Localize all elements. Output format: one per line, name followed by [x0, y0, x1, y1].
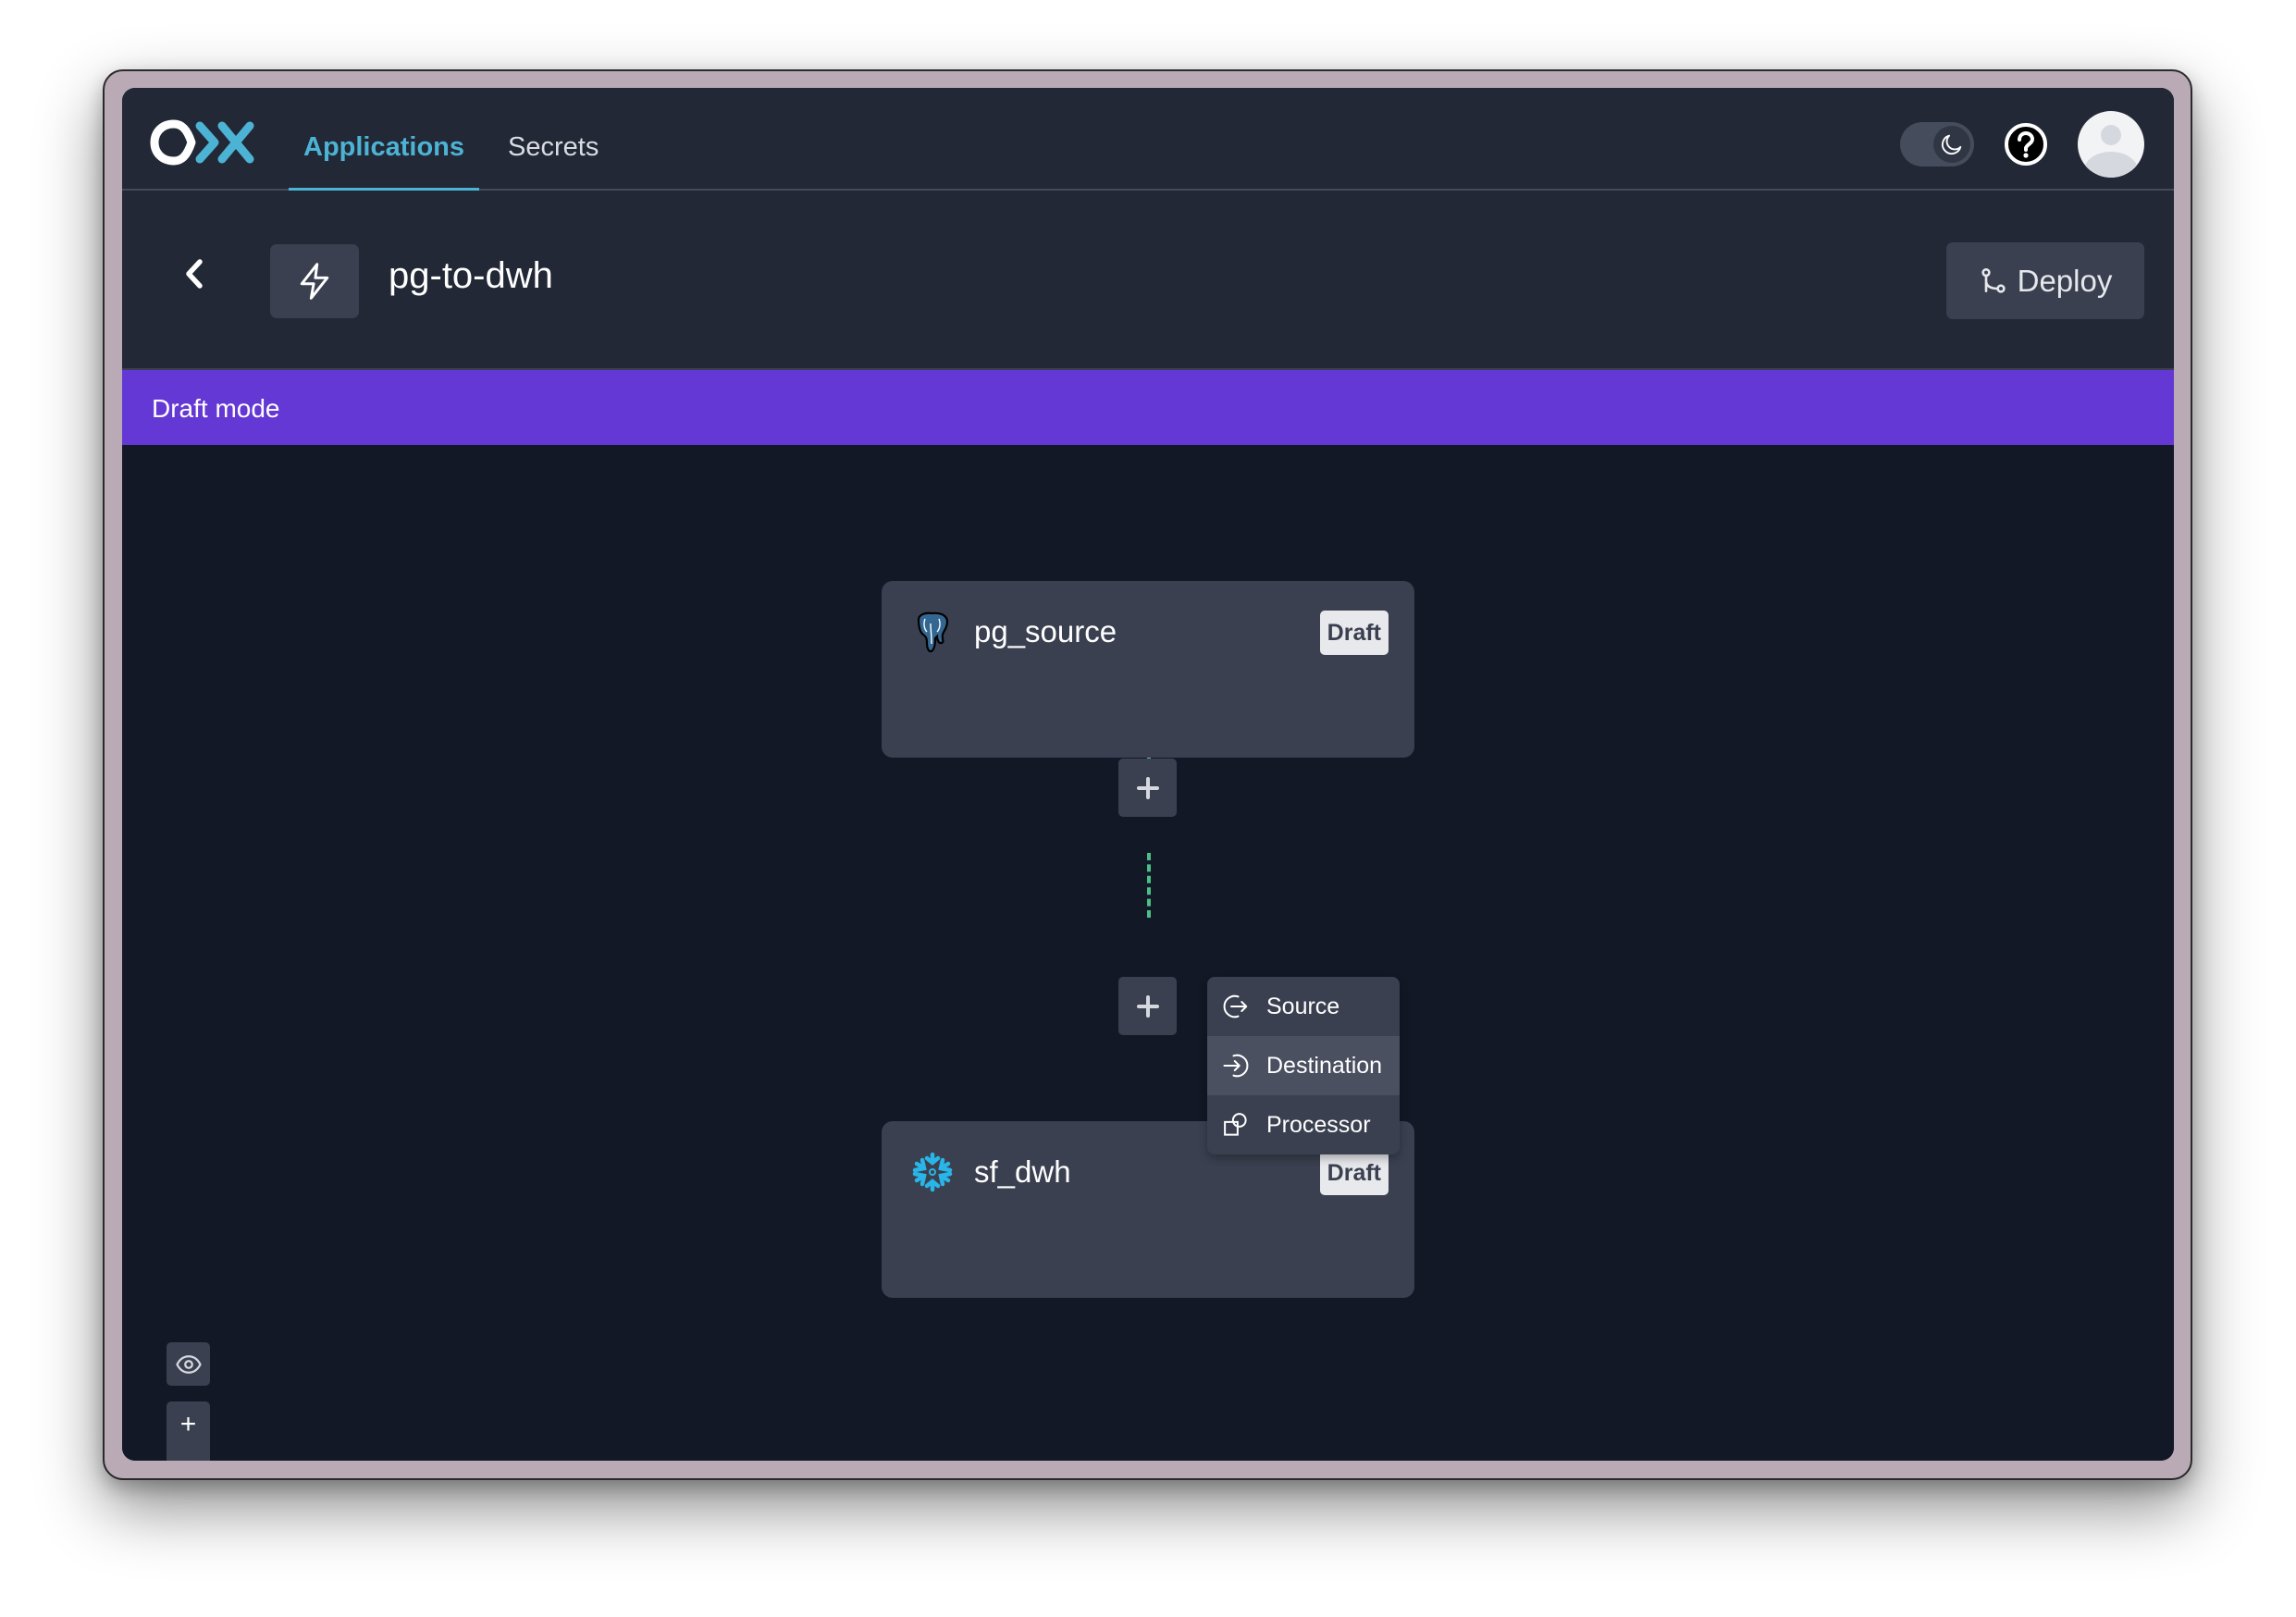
processor-shapes-icon [1224, 1113, 1247, 1136]
app-icon-box [270, 244, 359, 318]
menu-item-source[interactable]: Source [1207, 977, 1400, 1036]
eye-icon [175, 1354, 202, 1374]
status-badge: Draft [1319, 611, 1389, 655]
user-avatar-icon [2083, 125, 2139, 178]
theme-toggle-knob [1933, 126, 1970, 163]
top-nav: Applications Secrets [122, 88, 2174, 192]
node-name: pg_source [974, 614, 1117, 648]
back-button[interactable] [178, 252, 211, 296]
deploy-label: Deploy [2017, 263, 2113, 298]
deploy-button[interactable]: Deploy [1946, 242, 2144, 319]
status-badge: Draft [1319, 1151, 1389, 1195]
node-name: sf_dwh [974, 1154, 1071, 1189]
zoom-out-button[interactable]: - [167, 1446, 210, 1462]
pipeline-node-source[interactable]: pg_source Draft [882, 581, 1414, 758]
app-window: Applications Secrets pg-to-dwh Deploy Dr… [122, 88, 2174, 1461]
destination-arrow-in-icon [1223, 1054, 1249, 1078]
plus-icon [1136, 994, 1159, 1018]
pipeline-canvas[interactable]: pg_source Draft sf_dwh Draft Source Dest… [122, 445, 2174, 1461]
help-icon[interactable] [2004, 122, 2048, 167]
tab-secrets[interactable]: Secrets [493, 88, 613, 191]
add-step-button[interactable] [1118, 977, 1177, 1035]
lightning-bolt-icon [300, 263, 329, 300]
theme-toggle[interactable] [1900, 122, 1974, 167]
page-title: pg-to-dwh [389, 255, 553, 296]
menu-item-destination[interactable]: Destination [1207, 1036, 1400, 1095]
source-arrow-out-icon [1223, 994, 1248, 1018]
toggle-visibility-button[interactable] [167, 1342, 210, 1386]
snowflake-icon [912, 1152, 953, 1192]
draft-mode-banner: Draft mode [122, 370, 2174, 445]
chevron-left-icon [186, 259, 203, 289]
zoom-controls: + - [167, 1401, 210, 1461]
draft-mode-text: Draft mode [152, 394, 280, 423]
menu-item-processor[interactable]: Processor [1207, 1095, 1400, 1154]
tab-applications[interactable]: Applications [289, 88, 480, 192]
app-header: pg-to-dwh Deploy [122, 191, 2174, 370]
menu-item-label: Destination [1266, 1052, 1383, 1079]
menu-item-label: Source [1266, 993, 1340, 1019]
pipeline-edge [1147, 853, 1151, 918]
menu-item-label: Processor [1266, 1111, 1371, 1138]
postgresql-elephant-icon [917, 611, 949, 653]
ox-logo[interactable] [150, 118, 259, 167]
git-branch-icon [1981, 267, 2006, 293]
user-avatar[interactable] [2078, 111, 2144, 178]
zoom-in-button[interactable]: + [167, 1402, 210, 1446]
plus-icon [1136, 776, 1159, 799]
add-step-button[interactable] [1118, 759, 1177, 817]
add-step-menu: Source Destination Processor [1207, 977, 1400, 1154]
moon-icon [1941, 134, 1962, 155]
